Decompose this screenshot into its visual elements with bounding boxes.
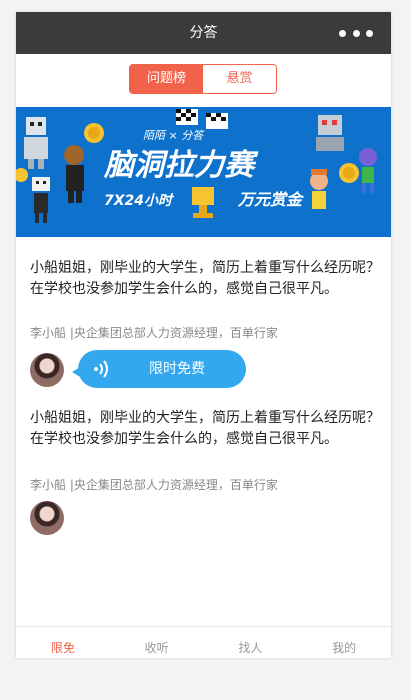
banner-brand: 陌陌 × 分答	[143, 129, 205, 142]
answerer-meta: 李小船 |央企集团总部人力资源经理，百单行家	[30, 478, 278, 492]
bottom-tab-bar: 限免 收听 找人 我的	[16, 626, 391, 658]
title-bar: 分答	[16, 12, 391, 54]
tab-listen[interactable]: 收听	[110, 627, 204, 658]
listen-answer-label: 限时免费	[149, 361, 205, 377]
banner-art: 陌陌 × 分答 脑洞拉力赛 7X24小时 万元赏金	[16, 107, 391, 237]
tab-reward[interactable]: 悬赏	[203, 65, 276, 93]
question-text[interactable]: 小船姐姐，刚毕业的大学生，简历上着重写什么经历呢？在学校也没参加学生会什么的，感…	[30, 258, 380, 300]
banner-prize: 万元赏金	[237, 190, 305, 209]
question-text[interactable]: 小船姐姐，刚毕业的大学生，简历上着重写什么经历呢？在学校也没参加学生会什么的，感…	[30, 408, 380, 450]
tab-question-ranking[interactable]: 问题榜	[130, 65, 203, 93]
page-title: 分答	[189, 25, 218, 41]
more-options-button[interactable]	[339, 26, 373, 40]
promo-banner[interactable]: 陌陌 × 分答 脑洞拉力赛 7X24小时 万元赏金	[16, 107, 391, 237]
more-dot-icon	[339, 29, 346, 37]
tab-find-people[interactable]: 找人	[204, 627, 298, 658]
banner-headline: 脑洞拉力赛	[103, 148, 259, 183]
tab-free[interactable]: 限免	[16, 627, 110, 658]
listen-answer-button[interactable]: 限时免费	[72, 350, 246, 388]
trophy-icon	[192, 187, 214, 218]
app-screen: 分答 问题榜 悬赏 陌陌 × 分答 脑洞拉力赛 7X24小时 万元赏金 小船姐姐…	[16, 12, 391, 658]
banner-tagline: 7X24小时	[104, 193, 175, 209]
tab-mine[interactable]: 我的	[297, 627, 391, 658]
more-dot-icon	[352, 29, 360, 37]
avatar[interactable]	[30, 353, 64, 387]
segment-control: 问题榜 悬赏	[129, 64, 277, 94]
answerer-meta: 李小船 |央企集团总部人力资源经理，百单行家	[30, 326, 278, 340]
more-dot-icon	[366, 29, 373, 37]
robot-right-icon	[316, 115, 344, 151]
avatar[interactable]	[30, 501, 64, 535]
